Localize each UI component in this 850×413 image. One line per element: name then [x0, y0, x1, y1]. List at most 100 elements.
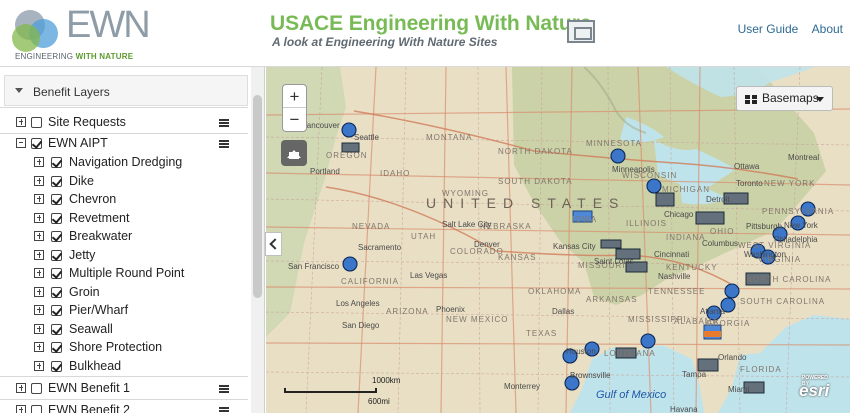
map-label: NEW YORK — [764, 179, 816, 188]
logo-subtitle: ENGINEERING WITH NATURE — [15, 52, 134, 61]
map-label: MINNESOTA — [586, 139, 642, 148]
sublayer-label: Jetty — [69, 248, 96, 262]
city-label: Columbus — [702, 239, 739, 248]
sublayer-row[interactable]: Breakwater — [0, 227, 248, 246]
expand-icon[interactable] — [34, 194, 44, 204]
sidebar-scrollbar[interactable] — [251, 67, 264, 413]
sublayer-checkbox[interactable] — [51, 305, 62, 316]
expand-icon[interactable] — [34, 324, 44, 334]
map-label: ARIZONA — [386, 307, 429, 316]
water-label: Gulf of Mexico — [596, 389, 667, 401]
sublayer-row[interactable]: Pier/Wharf — [0, 301, 248, 320]
map-view[interactable]: UNITED STATES NORTH DAKOTA SOUTH DAKOTA … — [266, 67, 850, 413]
menu-icon[interactable] — [219, 407, 229, 409]
basemap-image[interactable] — [266, 67, 850, 413]
sublayer-row[interactable]: Dike — [0, 172, 248, 191]
app-icon — [567, 20, 595, 43]
sublayer-checkbox[interactable] — [51, 157, 62, 168]
collapse-icon[interactable] — [16, 138, 26, 148]
about-link[interactable]: About — [812, 22, 843, 36]
layer-checkbox[interactable] — [31, 405, 42, 413]
sublayer-row[interactable]: Bulkhead — [0, 357, 248, 376]
expand-icon[interactable] — [34, 157, 44, 167]
map-label: OKLAHOMA — [528, 287, 582, 296]
menu-icon[interactable] — [219, 140, 229, 142]
zoom-in-button[interactable]: + — [283, 85, 306, 108]
city-label: Sacramento — [358, 243, 402, 252]
expand-icon[interactable] — [34, 268, 44, 278]
sublayer-row[interactable]: Groin — [0, 283, 248, 302]
sublayer-row[interactable]: Chevron — [0, 190, 248, 209]
expand-icon[interactable] — [34, 250, 44, 260]
map-label: INDIANA — [666, 233, 706, 242]
city-label: Phoenix — [436, 305, 465, 314]
city-label: Las Vegas — [410, 271, 448, 280]
ewn-logo[interactable]: EWN ENGINEERING WITH NATURE — [12, 5, 151, 62]
sublayer-row[interactable]: Revetment — [0, 209, 248, 228]
logo-wordmark: EWN — [66, 4, 151, 46]
basemaps-label: Basemaps — [762, 91, 819, 105]
layer-row-ewn-aipt[interactable]: EWN AIPT — [0, 134, 248, 153]
map-label: MONTANA — [426, 133, 473, 142]
home-button[interactable] — [281, 140, 307, 166]
basemaps-button[interactable]: Basemaps — [736, 86, 833, 111]
esri-attribution[interactable]: POWERED BY esri — [799, 375, 829, 401]
city-label: Nashville — [658, 272, 691, 281]
sublayer-checkbox[interactable] — [51, 361, 62, 372]
expand-icon[interactable] — [34, 231, 44, 241]
layer-row-ewn-benefit-2[interactable]: EWN Benefit 2 — [0, 401, 248, 413]
city-label: Tampa — [682, 370, 707, 379]
city-label: Orlando — [718, 353, 747, 362]
zoom-out-button[interactable]: − — [283, 108, 306, 131]
sublayer-label: Revetment — [69, 211, 130, 225]
sublayer-row[interactable]: Jetty — [0, 246, 248, 265]
sublayer-checkbox[interactable] — [51, 176, 62, 187]
city-label: Vancouver — [302, 121, 340, 130]
layer-checkbox[interactable] — [31, 138, 42, 149]
sublayer-checkbox[interactable] — [51, 324, 62, 335]
scrollbar-thumb[interactable] — [253, 95, 262, 298]
map-label: FLORIDA — [740, 365, 782, 374]
sublayer-checkbox[interactable] — [51, 194, 62, 205]
expand-icon[interactable] — [16, 117, 26, 127]
benefit-layers-panel-header[interactable]: Benefit Layers — [4, 75, 248, 106]
expand-icon[interactable] — [34, 287, 44, 297]
city-label: Cincinnati — [654, 250, 690, 259]
city-label: San Francisco — [288, 262, 340, 271]
sublayer-row[interactable]: Navigation Dredging — [0, 153, 248, 172]
expand-icon[interactable] — [34, 176, 44, 186]
sublayer-row[interactable]: Multiple Round Point — [0, 264, 248, 283]
expand-icon[interactable] — [34, 361, 44, 371]
collapse-sidebar-button[interactable] — [265, 232, 282, 256]
sublayer-checkbox[interactable] — [51, 213, 62, 224]
city-label: Atlanta — [700, 307, 725, 316]
sublayer-row[interactable]: Shore Protection — [0, 338, 248, 357]
map-label: NEW MEXICO — [446, 315, 509, 324]
map-label: LOUISIANA — [604, 349, 656, 358]
city-label: Portland — [310, 167, 340, 176]
map-label: TEXAS — [526, 329, 558, 338]
expand-icon[interactable] — [34, 342, 44, 352]
sublayer-label: Chevron — [69, 192, 117, 206]
map-label: OREGON — [326, 151, 368, 160]
expand-icon[interactable] — [34, 305, 44, 315]
caret-down-icon — [15, 88, 23, 93]
layer-row-ewn-benefit-1[interactable]: EWN Benefit 1 — [0, 379, 248, 398]
layer-checkbox[interactable] — [31, 383, 42, 394]
map-label: SOUTH DAKOTA — [498, 177, 573, 186]
menu-icon[interactable] — [219, 385, 229, 387]
sublayer-row[interactable]: Seawall — [0, 320, 248, 339]
expand-icon[interactable] — [16, 405, 26, 413]
layer-row-site-requests[interactable]: Site Requests — [0, 113, 248, 132]
sublayer-checkbox[interactable] — [51, 268, 62, 279]
sublayer-checkbox[interactable] — [51, 231, 62, 242]
city-label: San Diego — [342, 321, 380, 330]
sublayer-checkbox[interactable] — [51, 250, 62, 261]
expand-icon[interactable] — [16, 383, 26, 393]
expand-icon[interactable] — [34, 213, 44, 223]
sublayer-checkbox[interactable] — [51, 342, 62, 353]
sublayer-checkbox[interactable] — [51, 287, 62, 298]
menu-icon[interactable] — [219, 119, 229, 121]
user-guide-link[interactable]: User Guide — [738, 22, 799, 36]
layer-checkbox[interactable] — [31, 117, 42, 128]
